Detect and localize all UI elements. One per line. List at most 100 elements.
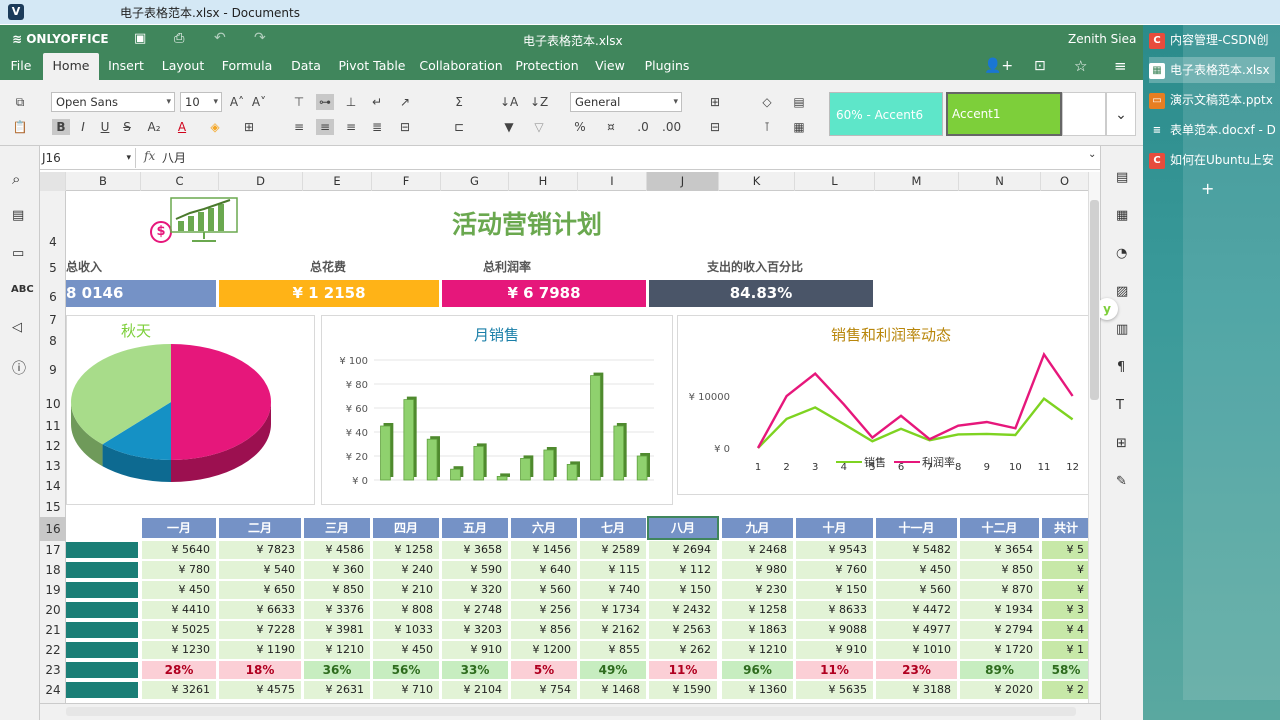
- scroll-thumb[interactable]: [66, 707, 1076, 716]
- month-header[interactable]: 七月: [580, 518, 646, 538]
- table-cell[interactable]: ¥ 1734: [580, 601, 646, 619]
- conditional-format-icon[interactable]: ▤: [790, 94, 808, 110]
- table-cell[interactable]: ¥ 910: [796, 641, 873, 659]
- table-cell[interactable]: ¥ 256: [511, 601, 577, 619]
- table-cell[interactable]: ¥ 5: [1042, 541, 1088, 559]
- column-header[interactable]: E: [303, 172, 372, 191]
- table-cell[interactable]: ¥ 450: [876, 561, 957, 579]
- percent-cell[interactable]: 56%: [373, 661, 439, 679]
- table-cell[interactable]: ¥ 870: [960, 581, 1039, 599]
- chart-settings-icon[interactable]: ▥: [1116, 322, 1128, 337]
- table-cell[interactable]: ¥ 2694: [649, 541, 717, 559]
- table-cell[interactable]: ¥ 1863: [722, 621, 793, 639]
- feedback-icon[interactable]: ◁: [12, 320, 22, 335]
- table-cell[interactable]: ¥ 850: [960, 561, 1039, 579]
- spellcheck-icon[interactable]: ABC: [11, 284, 34, 295]
- table-cell[interactable]: ¥ 4575: [219, 681, 301, 699]
- tab-collaboration[interactable]: Collaboration: [418, 53, 504, 80]
- table-cell[interactable]: ¥ 9543: [796, 541, 873, 559]
- percent-cell[interactable]: 18%: [219, 661, 301, 679]
- pie-chart[interactable]: 秋天: [66, 315, 315, 505]
- table-cell[interactable]: ¥ 3: [1042, 601, 1088, 619]
- bar-chart[interactable]: 月销售 ¥ 100 ¥ 80 ¥ 60 ¥ 40 ¥ 20 ¥ 0: [321, 315, 673, 505]
- font-size-select[interactable]: 10 ▾: [180, 92, 222, 112]
- redo-icon[interactable]: ↷: [254, 30, 266, 46]
- column-header-selected[interactable]: J: [647, 172, 719, 191]
- table-cell[interactable]: ¥ 3658: [442, 541, 508, 559]
- column-header[interactable]: H: [509, 172, 578, 191]
- align-left-icon[interactable]: ≡: [290, 119, 308, 135]
- font-color-icon[interactable]: A: [173, 119, 191, 135]
- tab-file[interactable]: File: [4, 53, 38, 80]
- filter-icon[interactable]: ▼: [500, 119, 518, 135]
- row-header[interactable]: 20: [40, 603, 66, 617]
- table-cell[interactable]: ¥ 910: [442, 641, 508, 659]
- row-label-cell[interactable]: [66, 622, 138, 638]
- column-header[interactable]: G: [441, 172, 509, 191]
- row-header[interactable]: 5: [40, 261, 66, 275]
- row-header[interactable]: 8: [40, 334, 66, 348]
- table-cell[interactable]: ¥ 540: [219, 561, 301, 579]
- borders-icon[interactable]: ⊞: [240, 119, 258, 135]
- align-center-icon[interactable]: ≡: [316, 119, 334, 135]
- table-cell[interactable]: ¥ 5640: [142, 541, 216, 559]
- table-cell[interactable]: ¥ 360: [304, 561, 370, 579]
- table-cell[interactable]: ¥ 1200: [511, 641, 577, 659]
- table-cell[interactable]: ¥ 640: [511, 561, 577, 579]
- table-cell[interactable]: ¥ 2748: [442, 601, 508, 619]
- table-cell[interactable]: ¥ 850: [304, 581, 370, 599]
- row-header[interactable]: 6: [40, 290, 66, 304]
- table-cell[interactable]: ¥ 1230: [142, 641, 216, 659]
- month-header[interactable]: 二月: [219, 518, 301, 538]
- side-tab-item-active[interactable]: ▦ 电子表格范本.xlsx: [1149, 57, 1275, 83]
- row-label-cell[interactable]: [66, 642, 138, 658]
- name-box[interactable]: J16 ▾: [40, 148, 136, 168]
- format-as-table-icon[interactable]: ▦: [790, 119, 808, 135]
- row-header-selected[interactable]: 16: [40, 517, 66, 541]
- table-cell[interactable]: ¥ 4586: [304, 541, 370, 559]
- month-header[interactable]: 四月: [373, 518, 439, 538]
- underline-icon[interactable]: U: [96, 119, 114, 135]
- table-cell[interactable]: ¥ 240: [373, 561, 439, 579]
- table-cell[interactable]: ¥ 1010: [876, 641, 957, 659]
- month-header[interactable]: 十月: [796, 518, 873, 538]
- percent-cell[interactable]: 96%: [722, 661, 793, 679]
- sort-descending-icon[interactable]: ↓Z: [530, 94, 548, 110]
- save-icon[interactable]: ▣: [134, 31, 146, 46]
- table-cell[interactable]: ¥ 3203: [442, 621, 508, 639]
- percent-cell[interactable]: 11%: [796, 661, 873, 679]
- row-header[interactable]: 11: [40, 419, 66, 433]
- row-header[interactable]: 19: [40, 583, 66, 597]
- table-cell[interactable]: ¥ 2794: [960, 621, 1039, 639]
- table-cell[interactable]: ¥ 808: [373, 601, 439, 619]
- pivot-settings-icon[interactable]: ⊞: [1116, 436, 1127, 451]
- row-label-cell[interactable]: [66, 602, 138, 618]
- sort-ascending-icon[interactable]: ↓A: [500, 94, 518, 110]
- table-cell[interactable]: ¥ 2468: [722, 541, 793, 559]
- month-header[interactable]: 三月: [304, 518, 370, 538]
- table-cell[interactable]: ¥ 855: [580, 641, 646, 659]
- column-header[interactable]: K: [719, 172, 795, 191]
- column-header[interactable]: F: [372, 172, 441, 191]
- image-settings-icon[interactable]: ▨: [1116, 284, 1128, 299]
- accounting-icon[interactable]: ¤: [602, 119, 620, 135]
- tab-view[interactable]: View: [590, 53, 630, 80]
- table-cell[interactable]: ¥ 150: [649, 581, 717, 599]
- italic-icon[interactable]: I: [74, 119, 92, 135]
- named-range-icon[interactable]: ⊏: [450, 119, 468, 135]
- tab-formula[interactable]: Formula: [218, 53, 276, 80]
- row-header[interactable]: 24: [40, 683, 66, 697]
- delete-cells-icon[interactable]: ⊟: [706, 119, 724, 135]
- table-cell[interactable]: ¥ 590: [442, 561, 508, 579]
- row-header[interactable]: 23: [40, 663, 66, 677]
- table-cell[interactable]: ¥ 5635: [796, 681, 873, 699]
- cell-style-accent1[interactable]: Accent1: [946, 92, 1062, 136]
- table-cell[interactable]: ¥ 320: [442, 581, 508, 599]
- formula-input[interactable]: 八月: [162, 149, 186, 166]
- align-bottom-icon[interactable]: ⊥: [342, 94, 360, 110]
- table-cell[interactable]: ¥ 230: [722, 581, 793, 599]
- table-cell[interactable]: ¥ 9088: [796, 621, 873, 639]
- table-cell[interactable]: ¥ 2432: [649, 601, 717, 619]
- row-header[interactable]: 21: [40, 623, 66, 637]
- row-header[interactable]: 18: [40, 563, 66, 577]
